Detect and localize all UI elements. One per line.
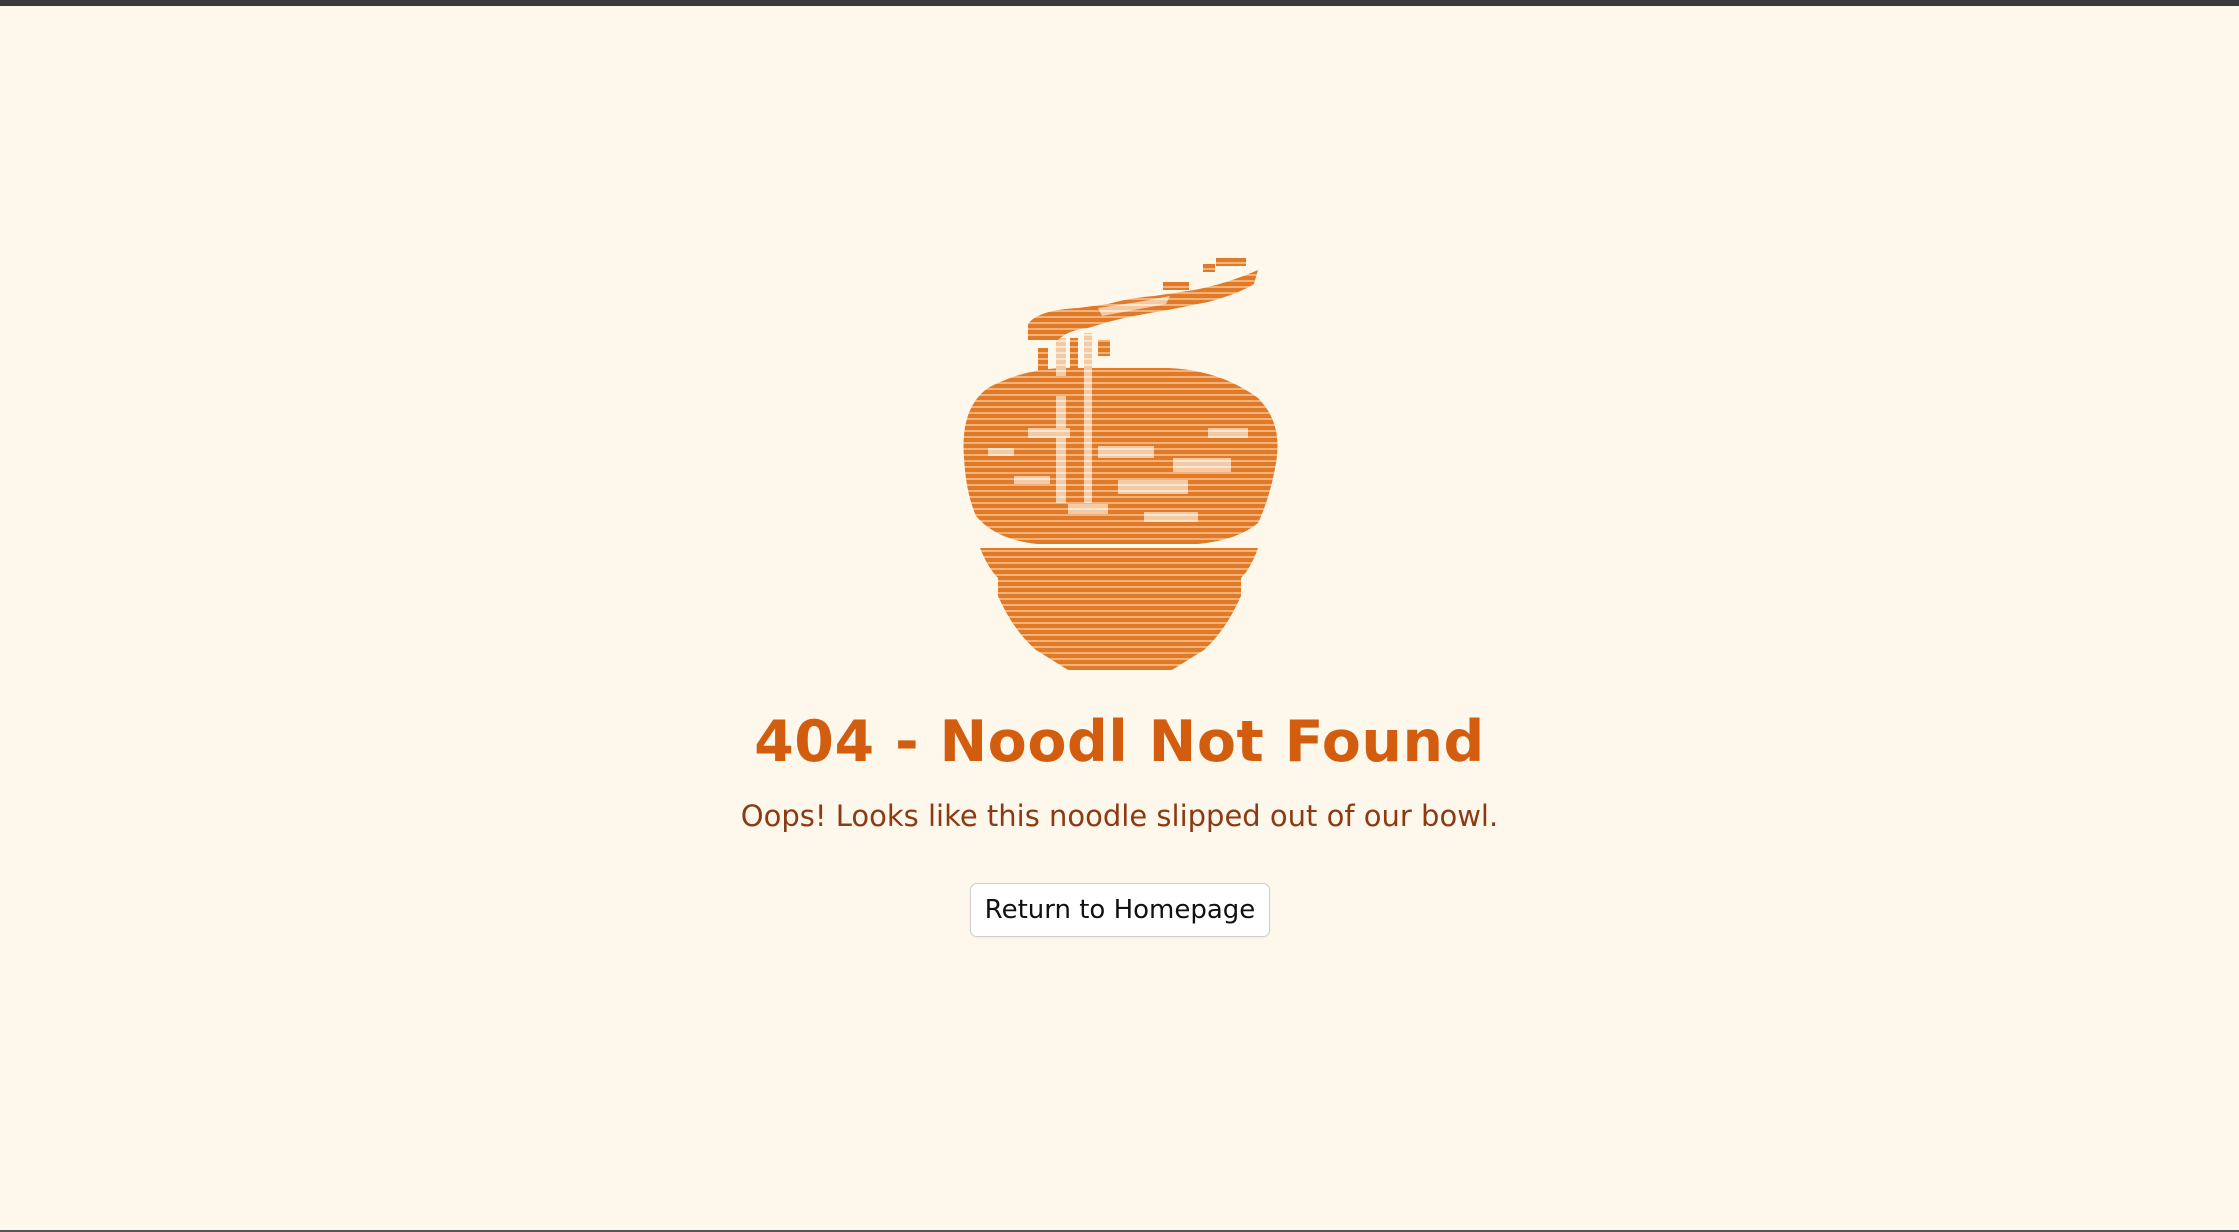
- return-home-button[interactable]: Return to Homepage: [970, 883, 1270, 937]
- bowl-body: [980, 548, 1258, 670]
- error-message: Oops! Looks like this noodle slipped out…: [740, 799, 1499, 833]
- page-title: 404 - Noodl Not Found: [754, 709, 1485, 775]
- not-found-page: 404 - Noodl Not Found Oops! Looks like t…: [0, 0, 2239, 1232]
- noodle-bowl-icon: [958, 258, 1281, 678]
